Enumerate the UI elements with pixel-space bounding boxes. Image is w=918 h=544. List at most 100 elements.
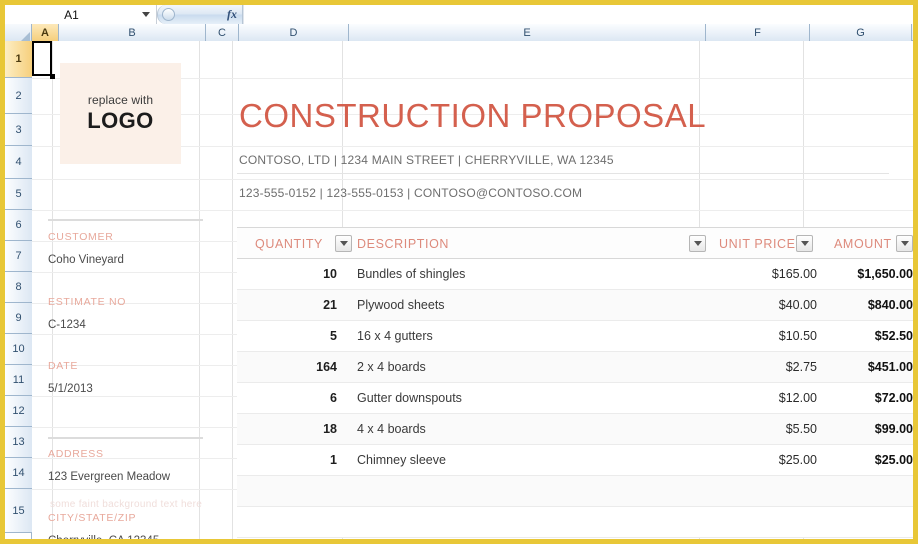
active-cell-selection[interactable] — [32, 41, 52, 76]
name-box-value: A1 — [64, 7, 79, 22]
row-header-column: 1 2 3 4 5 6 7 8 9 10 11 12 13 14 15 — [5, 41, 32, 539]
field-value-estimate-no[interactable]: C-1234 — [48, 319, 86, 331]
field-label-date: DATE — [48, 360, 79, 372]
filter-button-unit-price[interactable] — [796, 235, 813, 252]
cell-quantity: 10 — [323, 267, 337, 281]
page-title: CONSTRUCTION PROPOSAL — [239, 97, 707, 134]
table-row[interactable]: 164 2 x 4 boards $2.75 $451.00 — [237, 352, 913, 383]
row-header-7[interactable]: 7 — [5, 241, 32, 272]
cell-amount: $451.00 — [867, 360, 913, 374]
column-label-unit-price: UNIT PRICE — [719, 237, 796, 251]
column-label-quantity: QUANTITY — [255, 237, 323, 251]
excel-window: A1 fx A B C D E F G 1 2 3 4 5 6 7 8 9 10… — [0, 0, 918, 544]
row-header-5[interactable]: 5 — [5, 179, 32, 210]
filter-button-description[interactable] — [689, 235, 706, 252]
table-row[interactable]: 5 16 x 4 gutters $10.50 $52.50 — [237, 321, 913, 352]
cell-description: Gutter downspouts — [357, 391, 462, 405]
insert-function-button[interactable]: fx — [157, 5, 243, 24]
header-divider — [237, 173, 889, 174]
column-label-amount: AMOUNT — [834, 237, 892, 251]
cell-quantity: 21 — [323, 298, 337, 312]
table-header-row: QUANTITY DESCRIPTION UNIT PRICE AMOUNT — [237, 227, 913, 259]
column-header-g[interactable]: G — [810, 24, 912, 41]
row-header-14[interactable]: 14 — [5, 458, 32, 489]
cell-description: Chimney sleeve — [357, 453, 446, 467]
row-header-10[interactable]: 10 — [5, 334, 32, 365]
cell-amount: $25.00 — [874, 453, 913, 467]
cell-amount: $840.00 — [867, 298, 913, 312]
row-header-3[interactable]: 3 — [5, 114, 32, 146]
table-row[interactable]: 1 Chimney sleeve $25.00 $25.00 — [237, 445, 913, 476]
formula-bar: A1 fx — [5, 5, 913, 24]
filter-button-amount[interactable] — [896, 235, 913, 252]
row-header-13[interactable]: 13 — [5, 427, 32, 458]
field-value-address[interactable]: 123 Evergreen Meadow — [48, 471, 170, 483]
cell-quantity: 6 — [330, 391, 337, 405]
customer-section-divider — [48, 219, 203, 221]
field-value-date[interactable]: 5/1/2013 — [48, 383, 93, 395]
table-row[interactable]: 10 Bundles of shingles $165.00 $1,650.00 — [237, 259, 913, 290]
table-row[interactable]: 21 Plywood sheets $40.00 $840.00 — [237, 290, 913, 321]
select-all-button[interactable] — [5, 24, 32, 41]
line-item-table: QUANTITY DESCRIPTION UNIT PRICE AMOUNT 1… — [237, 227, 913, 538]
cell-description: 2 x 4 boards — [357, 360, 426, 374]
field-value-city-state-zip[interactable]: Cherryville, CA 12345 — [48, 535, 159, 539]
row-header-1[interactable]: 1 — [5, 41, 32, 78]
column-label-description: DESCRIPTION — [357, 237, 450, 251]
table-row[interactable]: 18 4 x 4 boards $5.50 $99.00 — [237, 414, 913, 445]
cell-quantity: 1 — [330, 453, 337, 467]
column-header-b[interactable]: B — [59, 24, 206, 41]
worksheet-grid: A B C D E F G 1 2 3 4 5 6 7 8 9 10 11 12… — [5, 24, 913, 539]
row-header-6[interactable]: 6 — [5, 210, 32, 241]
row-header-15[interactable]: 15 — [5, 489, 32, 533]
row-header-12[interactable]: 12 — [5, 396, 32, 427]
background-watermark: some faint background text here — [50, 499, 203, 510]
cell-unit-price: $25.00 — [778, 453, 817, 467]
cell-unit-price: $2.75 — [785, 360, 817, 374]
field-label-city-state-zip: CITY/STATE/ZIP — [48, 512, 137, 524]
sheet-canvas[interactable]: replace with LOGO CONSTRUCTION PROPOSAL … — [32, 41, 913, 539]
column-header-e[interactable]: E — [349, 24, 706, 41]
row-header-8[interactable]: 8 — [5, 272, 32, 303]
logo-placeholder[interactable]: replace with LOGO — [60, 63, 181, 164]
logo-caption-main: LOGO — [87, 108, 154, 133]
company-contact-line: 123-555-0152 | 123-555-0153 | CONTOSO@CO… — [239, 186, 583, 200]
cell-amount: $52.50 — [874, 329, 913, 343]
cell-quantity: 164 — [316, 360, 337, 374]
cell-description: 4 x 4 boards — [357, 422, 426, 436]
table-row[interactable] — [237, 507, 913, 538]
address-section-divider — [48, 437, 203, 439]
proposal-document: replace with LOGO CONSTRUCTION PROPOSAL … — [32, 41, 913, 539]
cell-amount: $72.00 — [874, 391, 913, 405]
logo-caption-top: replace with — [87, 93, 154, 107]
table-row[interactable] — [237, 476, 913, 507]
filter-button-quantity[interactable] — [335, 235, 352, 252]
column-header-c[interactable]: C — [206, 24, 239, 41]
cell-amount: $99.00 — [874, 422, 913, 436]
cell-description: 16 x 4 gutters — [357, 329, 433, 343]
column-header-d[interactable]: D — [239, 24, 349, 41]
cell-unit-price: $40.00 — [778, 298, 817, 312]
company-address-line: CONTOSO, LTD | 1234 MAIN STREET | CHERRY… — [239, 153, 614, 167]
column-header-f[interactable]: F — [706, 24, 810, 41]
row-header-2[interactable]: 2 — [5, 78, 32, 114]
row-header-11[interactable]: 11 — [5, 365, 32, 396]
cell-unit-price: $165.00 — [771, 267, 817, 281]
field-label-customer: CUSTOMER — [48, 231, 114, 243]
cell-unit-price: $12.00 — [778, 391, 817, 405]
cell-description: Bundles of shingles — [357, 267, 466, 281]
fill-handle[interactable] — [50, 74, 55, 79]
fx-icon: fx — [227, 7, 237, 21]
cell-quantity: 5 — [330, 329, 337, 343]
chevron-down-icon[interactable] — [142, 12, 150, 17]
field-label-estimate-no: ESTIMATE NO — [48, 296, 127, 308]
formula-input[interactable] — [243, 5, 913, 24]
row-header-4[interactable]: 4 — [5, 146, 32, 179]
function-bubble-icon — [162, 8, 175, 21]
cell-unit-price: $5.50 — [785, 422, 817, 436]
column-header-a[interactable]: A — [32, 24, 59, 41]
name-box[interactable]: A1 — [5, 5, 157, 24]
field-value-customer[interactable]: Coho Vineyard — [48, 254, 124, 266]
row-header-9[interactable]: 9 — [5, 303, 32, 334]
table-row[interactable]: 6 Gutter downspouts $12.00 $72.00 — [237, 383, 913, 414]
